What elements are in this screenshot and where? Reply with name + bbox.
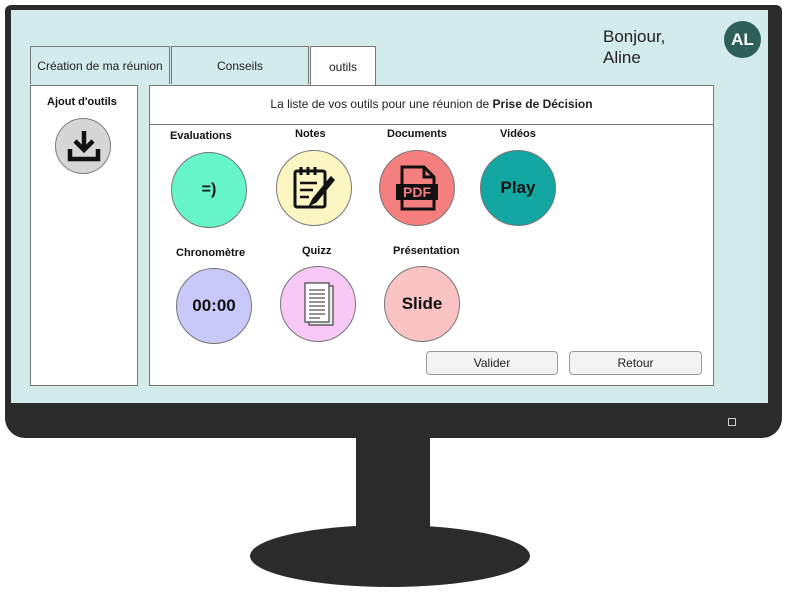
tool-label-documents: Documents [387,128,447,140]
tool-quizz-button[interactable] [280,266,356,342]
monitor-neck [356,438,430,538]
tool-label-quizz: Quizz [302,245,332,257]
intro-text: La liste de vos outils pour une réunion … [270,97,493,111]
svg-text:PDF: PDF [403,184,431,200]
tool-documents-button[interactable]: PDF [379,150,455,226]
meeting-type: Prise de Décision [492,97,593,111]
greeting: Bonjour, Aline [603,26,665,68]
avatar[interactable]: AL [724,21,761,58]
greeting-line1: Bonjour, [603,27,666,46]
tab-creation-reunion[interactable]: Création de ma réunion [30,46,170,84]
tool-label-videos: Vidéos [500,128,536,140]
tool-label-evaluations: Evaluations [170,130,232,142]
add-tool-button[interactable] [55,118,111,174]
tab-conseils[interactable]: Conseils [171,46,309,84]
validate-button[interactable]: Valider [426,351,558,375]
tool-chronometre-button[interactable]: 00:00 [176,268,252,344]
tab-outils[interactable]: outils [310,46,376,86]
sidebar-title: Ajout d'outils [47,96,117,108]
tool-presentation-button[interactable]: Slide [384,266,460,342]
header-divider [150,124,713,125]
user-name: Aline [603,48,641,67]
pdf-icon: PDF [396,165,438,211]
tool-videos-button[interactable]: Play [480,150,556,226]
tool-evaluations-button[interactable]: =) [171,152,247,228]
back-button[interactable]: Retour [569,351,702,375]
monitor-base [250,525,530,587]
tool-notes-button[interactable] [276,150,352,226]
power-indicator-icon [728,418,736,426]
notepad-icon [293,167,336,209]
tool-label-chronometre: Chronomètre [176,247,246,259]
download-icon [67,131,101,162]
document-icon [304,282,334,326]
tool-label-notes: Notes [295,128,326,140]
tool-label-presentation: Présentation [393,245,460,257]
tools-intro: La liste de vos outils pour une réunion … [150,97,713,111]
